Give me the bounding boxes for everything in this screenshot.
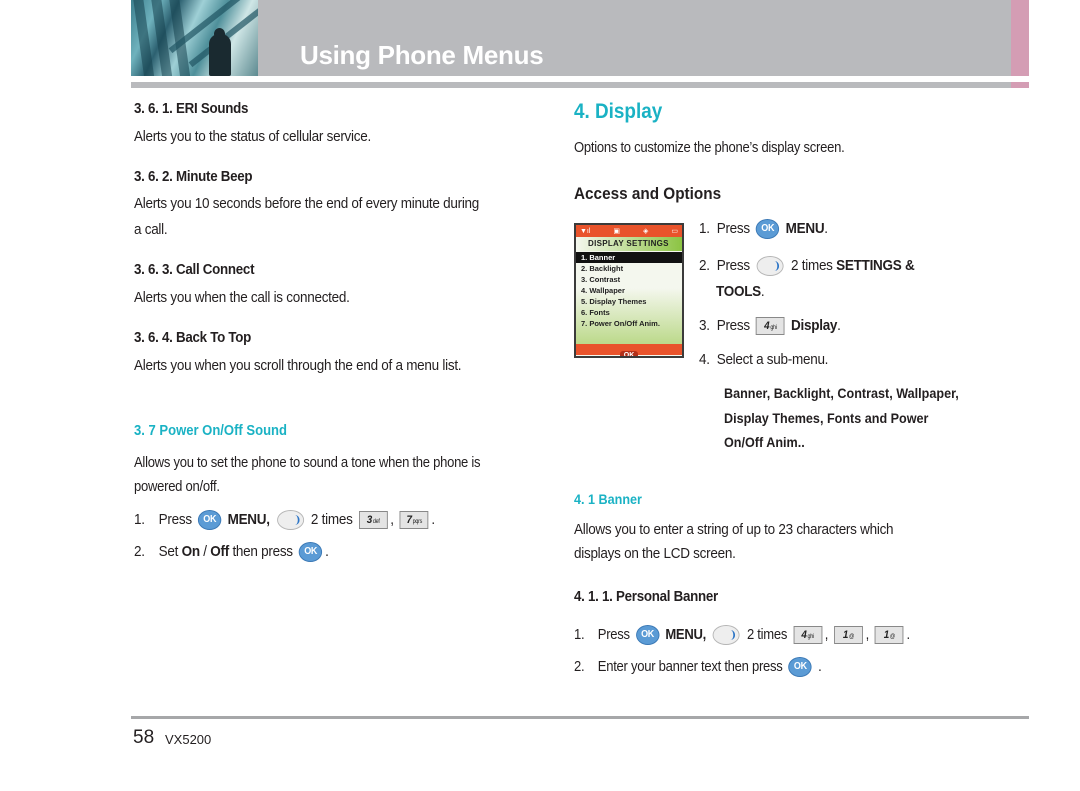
phone-menu-item: 3. Contrast: [581, 275, 621, 284]
phone-menu-item: 5. Display Themes: [581, 297, 647, 306]
nav-right-key-icon: [712, 625, 740, 646]
key-4-icon: 4ghi: [793, 626, 822, 645]
section-heading: 3. 6. 1. ERI Sounds: [134, 101, 249, 117]
access-step-4: 4. Select a sub-menu.: [699, 351, 829, 368]
ok-key-icon: OK: [635, 625, 660, 646]
model-name: VX5200: [165, 732, 212, 747]
access-step-3: 3. Press 4ghi Display.: [699, 317, 841, 336]
footer-rule: [131, 716, 1029, 719]
menu-label: MENU,: [227, 511, 270, 528]
display-heading: 4. Display: [574, 100, 663, 123]
key-3-icon: 3def: [358, 511, 388, 530]
step-number: 1.: [134, 511, 145, 528]
phone-menu-list: 1. Banner 2. Backlight 3. Contrast 4. Wa…: [576, 251, 682, 344]
display-intro: Options to customize the phone’s display…: [574, 140, 845, 156]
phone-ok-softkey: OK: [619, 351, 639, 356]
section-heading: 3. 6. 4. Back To Top: [134, 330, 252, 346]
banner-text: Allows you to enter a string of up to 23…: [574, 521, 894, 538]
battery-icon: ▭: [671, 228, 678, 235]
nav-right-key-icon: [756, 256, 784, 277]
key-7-icon: 7pqrs: [399, 511, 429, 530]
key-4-icon: 4ghi: [756, 317, 785, 336]
phone-status-bar: ▼ıl ▣ ◈ ▭: [576, 225, 682, 237]
ok-key-icon: OK: [788, 657, 813, 678]
phone-softkey-bar: OK: [576, 344, 682, 356]
phone-menu-item: 2. Backlight: [581, 264, 624, 273]
key-1-icon: 1@: [875, 626, 904, 645]
header-rule-accent: [1011, 82, 1029, 88]
key-1-icon: 1@: [834, 626, 863, 645]
access-options-heading: Access and Options: [574, 184, 722, 203]
access-step-2: 2. Press 2 times SETTINGS &: [699, 253, 915, 279]
signal-icon: ▼ıl: [580, 227, 591, 235]
banner-heading: 4. 1 Banner: [574, 491, 642, 507]
step-text: Press: [158, 511, 192, 528]
power-sound-text: Allows you to set the phone to sound a t…: [134, 455, 481, 471]
power-step-1: 1. Press OK MENU, 2 times 3def, 7pqrs.: [134, 507, 435, 533]
vibrate-icon: ◈: [643, 228, 649, 235]
phone-menu-item: 7. Power On/Off Anim.: [581, 319, 660, 328]
phone-menu-item: 4. Wallpaper: [581, 286, 625, 295]
section-heading: 3. 6. 2. Minute Beep: [134, 169, 253, 185]
ok-key-icon: OK: [198, 510, 222, 531]
access-step-2-cont: TOOLS.: [716, 283, 765, 300]
personal-banner-heading: 4. 1. 1. Personal Banner: [574, 589, 718, 605]
banner-text: displays on the LCD screen.: [574, 545, 736, 562]
phone-menu-title: DISPLAY SETTINGS: [576, 237, 682, 251]
submenu-list: Banner, Backlight, Contrast, Wallpaper, …: [724, 385, 959, 450]
section-heading: 3. 6. 3. Call Connect: [134, 262, 255, 278]
phone-menu-item: 1. Banner: [576, 252, 682, 263]
section-text: Alerts you to the status of cellular ser…: [134, 128, 371, 145]
power-sound-heading: 3. 7 Power On/Off Sound: [134, 423, 287, 439]
ok-key-icon: OK: [298, 542, 323, 563]
phone-menu-item: 6. Fonts: [581, 308, 610, 317]
power-step-2: 2. Set On / Off then press OK.: [134, 539, 329, 565]
section-text: Alerts you when the call is connected.: [134, 289, 350, 306]
step-text: 2 times: [310, 511, 353, 528]
banner-step-1: 1. Press OK MENU, 2 times 4ghi, 1@, 1@.: [574, 622, 910, 648]
header-rule: [131, 82, 1011, 88]
page-number: 58: [133, 727, 155, 748]
ok-key-icon: OK: [756, 219, 780, 240]
nav-right-key-icon: [276, 510, 304, 531]
message-icon: ▣: [613, 228, 621, 235]
power-sound-text: powered on/off.: [134, 479, 220, 495]
step-number: 2.: [134, 543, 145, 560]
banner-step-2: 2. Enter your banner text then press OK …: [574, 654, 822, 680]
header-photo: [131, 0, 258, 76]
access-step-1: 1. Press OK MENU.: [699, 216, 828, 242]
phone-screen: ▼ıl ▣ ◈ ▭ DISPLAY SETTINGS 1. Banner 2. …: [574, 223, 684, 358]
page-title: Using Phone Menus: [300, 40, 544, 70]
section-text: a call.: [134, 221, 168, 238]
header-accent-tab: [1011, 0, 1029, 76]
section-text: Alerts you 10 seconds before the end of …: [134, 195, 480, 212]
section-text: Alerts you when you scroll through the e…: [134, 357, 462, 374]
